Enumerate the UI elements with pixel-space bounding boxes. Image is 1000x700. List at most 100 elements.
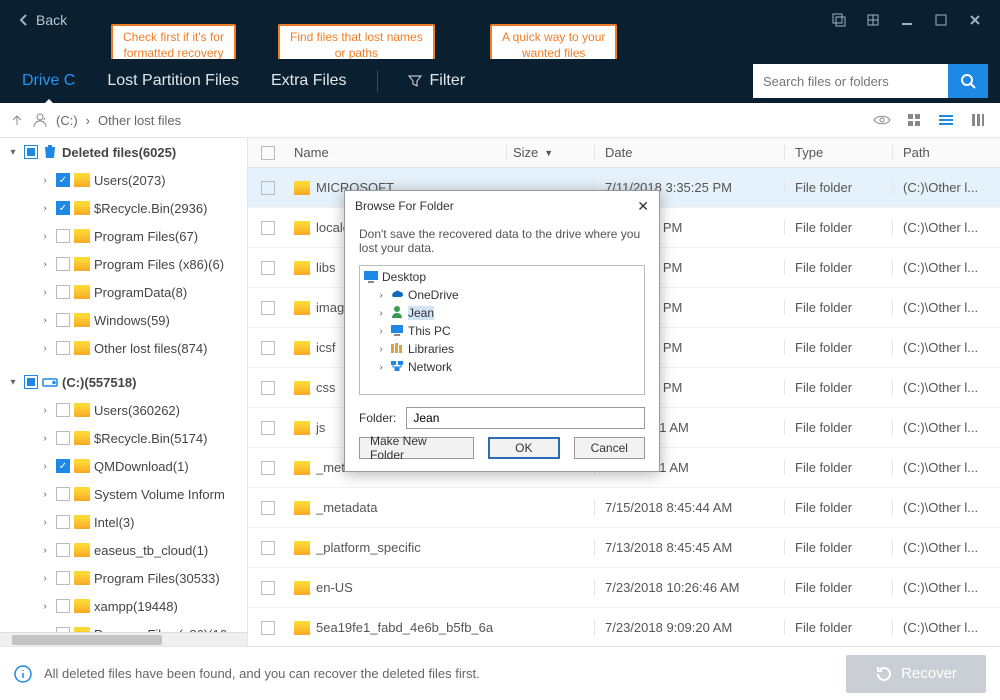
checkbox[interactable]: [56, 285, 70, 299]
col-path[interactable]: Path: [892, 145, 1000, 160]
checkbox[interactable]: [56, 487, 70, 501]
checkbox[interactable]: [56, 403, 70, 417]
file-path: (C:)\Other l...: [892, 420, 1000, 435]
tree-item[interactable]: ›Intel(3): [0, 508, 247, 536]
checkbox[interactable]: [261, 541, 275, 555]
table-row[interactable]: 5ea19fe1_fabd_4e6b_b5fb_6a 7/23/2018 9:0…: [248, 608, 1000, 646]
dialog-tree-item[interactable]: › This PC: [362, 322, 642, 340]
table-row[interactable]: _platform_specific 7/13/2018 8:45:45 AM …: [248, 528, 1000, 568]
file-type: File folder: [784, 340, 892, 355]
checkbox[interactable]: [261, 381, 275, 395]
checkbox[interactable]: [56, 341, 70, 355]
tree-item[interactable]: ›Program Files(30533): [0, 564, 247, 592]
hint-row: Check first if it's forformatted recover…: [0, 39, 1000, 59]
dialog-tree-item[interactable]: › OneDrive: [362, 286, 642, 304]
file-date: 7/15/2018 8:45:44 AM: [594, 500, 784, 515]
table-row[interactable]: en-US 7/23/2018 10:26:46 AM File folder …: [248, 568, 1000, 608]
tab-lost-partition[interactable]: Lost Partition Files: [105, 66, 241, 96]
checkbox[interactable]: [56, 257, 70, 271]
checkbox[interactable]: [261, 501, 275, 515]
checkbox[interactable]: [261, 341, 275, 355]
folder-icon: [74, 229, 90, 243]
up-icon[interactable]: [10, 113, 24, 127]
tree-deleted-root[interactable]: ▾Deleted files(6025): [0, 138, 247, 166]
checkbox[interactable]: [56, 431, 70, 445]
checkbox[interactable]: [24, 375, 38, 389]
checkbox[interactable]: [56, 543, 70, 557]
tree-item[interactable]: ›Windows(59): [0, 306, 247, 334]
folder-input[interactable]: [406, 407, 645, 429]
tab-extra-files[interactable]: Extra Files: [269, 66, 349, 96]
crumb-item[interactable]: Other lost files: [98, 113, 181, 128]
file-type: File folder: [784, 500, 892, 515]
tree-item[interactable]: ›Users(360262): [0, 396, 247, 424]
checkbox[interactable]: [261, 581, 275, 595]
checkbox[interactable]: [261, 301, 275, 315]
checkbox[interactable]: [261, 621, 275, 635]
tree-item[interactable]: ›Program Files(67): [0, 222, 247, 250]
tree-item[interactable]: ›Program Files (x86)(6): [0, 250, 247, 278]
sidebar: ▾Deleted files(6025)›✓Users(2073)›✓$Recy…: [0, 138, 248, 646]
maximize-button[interactable]: [924, 0, 958, 39]
checkbox[interactable]: ✓: [56, 201, 70, 215]
search-button[interactable]: [948, 64, 988, 98]
crumb-root[interactable]: (C:): [56, 113, 78, 128]
view-preview-icon[interactable]: [870, 108, 894, 132]
tree-item[interactable]: ›Other lost files(874): [0, 334, 247, 362]
checkbox[interactable]: [261, 421, 275, 435]
dialog-tree-item[interactable]: › Network: [362, 358, 642, 376]
col-name[interactable]: Name: [288, 145, 506, 160]
cancel-button[interactable]: Cancel: [574, 437, 645, 459]
view-detail-icon[interactable]: [966, 108, 990, 132]
tab-drive-c[interactable]: Drive C: [20, 66, 77, 96]
make-new-folder-button[interactable]: Make New Folder: [359, 437, 474, 459]
close-button[interactable]: [958, 0, 992, 39]
header-checkbox[interactable]: [261, 146, 275, 160]
tree-item[interactable]: ›✓$Recycle.Bin(2936): [0, 194, 247, 222]
view-grid-icon[interactable]: [902, 108, 926, 132]
sidebar-scrollbar[interactable]: [0, 632, 247, 646]
folder-label: Folder:: [359, 411, 396, 425]
col-type[interactable]: Type: [784, 145, 892, 160]
checkbox[interactable]: [261, 461, 275, 475]
checkbox[interactable]: [261, 221, 275, 235]
col-date[interactable]: Date: [594, 145, 784, 160]
dialog-tree[interactable]: Desktop › OneDrive › Jean › This PC › Li…: [359, 265, 645, 395]
tree-drive-root[interactable]: ▾(C:)(557518): [0, 368, 247, 396]
dialog-tree-item[interactable]: › Libraries: [362, 340, 642, 358]
checkbox[interactable]: [261, 181, 275, 195]
win-popout-icon[interactable]: [822, 0, 856, 39]
checkbox[interactable]: [56, 229, 70, 243]
checkbox[interactable]: ✓: [56, 173, 70, 187]
minimize-button[interactable]: [890, 0, 924, 39]
dialog-tree-item[interactable]: › Jean: [362, 304, 642, 322]
checkbox[interactable]: [56, 515, 70, 529]
checkbox[interactable]: [56, 313, 70, 327]
tree-item[interactable]: ›✓Users(2073): [0, 166, 247, 194]
checkbox[interactable]: [56, 599, 70, 613]
tree-item[interactable]: ›$Recycle.Bin(5174): [0, 424, 247, 452]
tab-filter[interactable]: Filter: [406, 66, 468, 96]
view-list-icon[interactable]: [934, 108, 958, 132]
win-grid-icon[interactable]: [856, 0, 890, 39]
search-input[interactable]: [753, 64, 948, 98]
tree-item[interactable]: ›System Volume Inform: [0, 480, 247, 508]
tree-item[interactable]: ›ProgramData(8): [0, 278, 247, 306]
person-icon[interactable]: [32, 112, 48, 128]
tree-desktop[interactable]: Desktop: [362, 268, 642, 286]
col-size[interactable]: Size▼: [506, 145, 594, 160]
recover-button[interactable]: Recover: [846, 655, 986, 693]
trash-icon: [42, 143, 58, 162]
back-button[interactable]: Back: [8, 8, 77, 32]
checkbox[interactable]: ✓: [56, 459, 70, 473]
checkbox[interactable]: [24, 145, 38, 159]
tree-item[interactable]: ›easeus_tb_cloud(1): [0, 536, 247, 564]
ok-button[interactable]: OK: [488, 437, 560, 459]
checkbox[interactable]: [261, 261, 275, 275]
table-row[interactable]: _metadata 7/15/2018 8:45:44 AM File fold…: [248, 488, 1000, 528]
checkbox[interactable]: [56, 571, 70, 585]
tree-item[interactable]: ›✓QMDownload(1): [0, 452, 247, 480]
tree-item[interactable]: ›xampp(19448): [0, 592, 247, 620]
dialog-close-button[interactable]: ✕: [637, 198, 649, 215]
file-type: File folder: [784, 540, 892, 555]
